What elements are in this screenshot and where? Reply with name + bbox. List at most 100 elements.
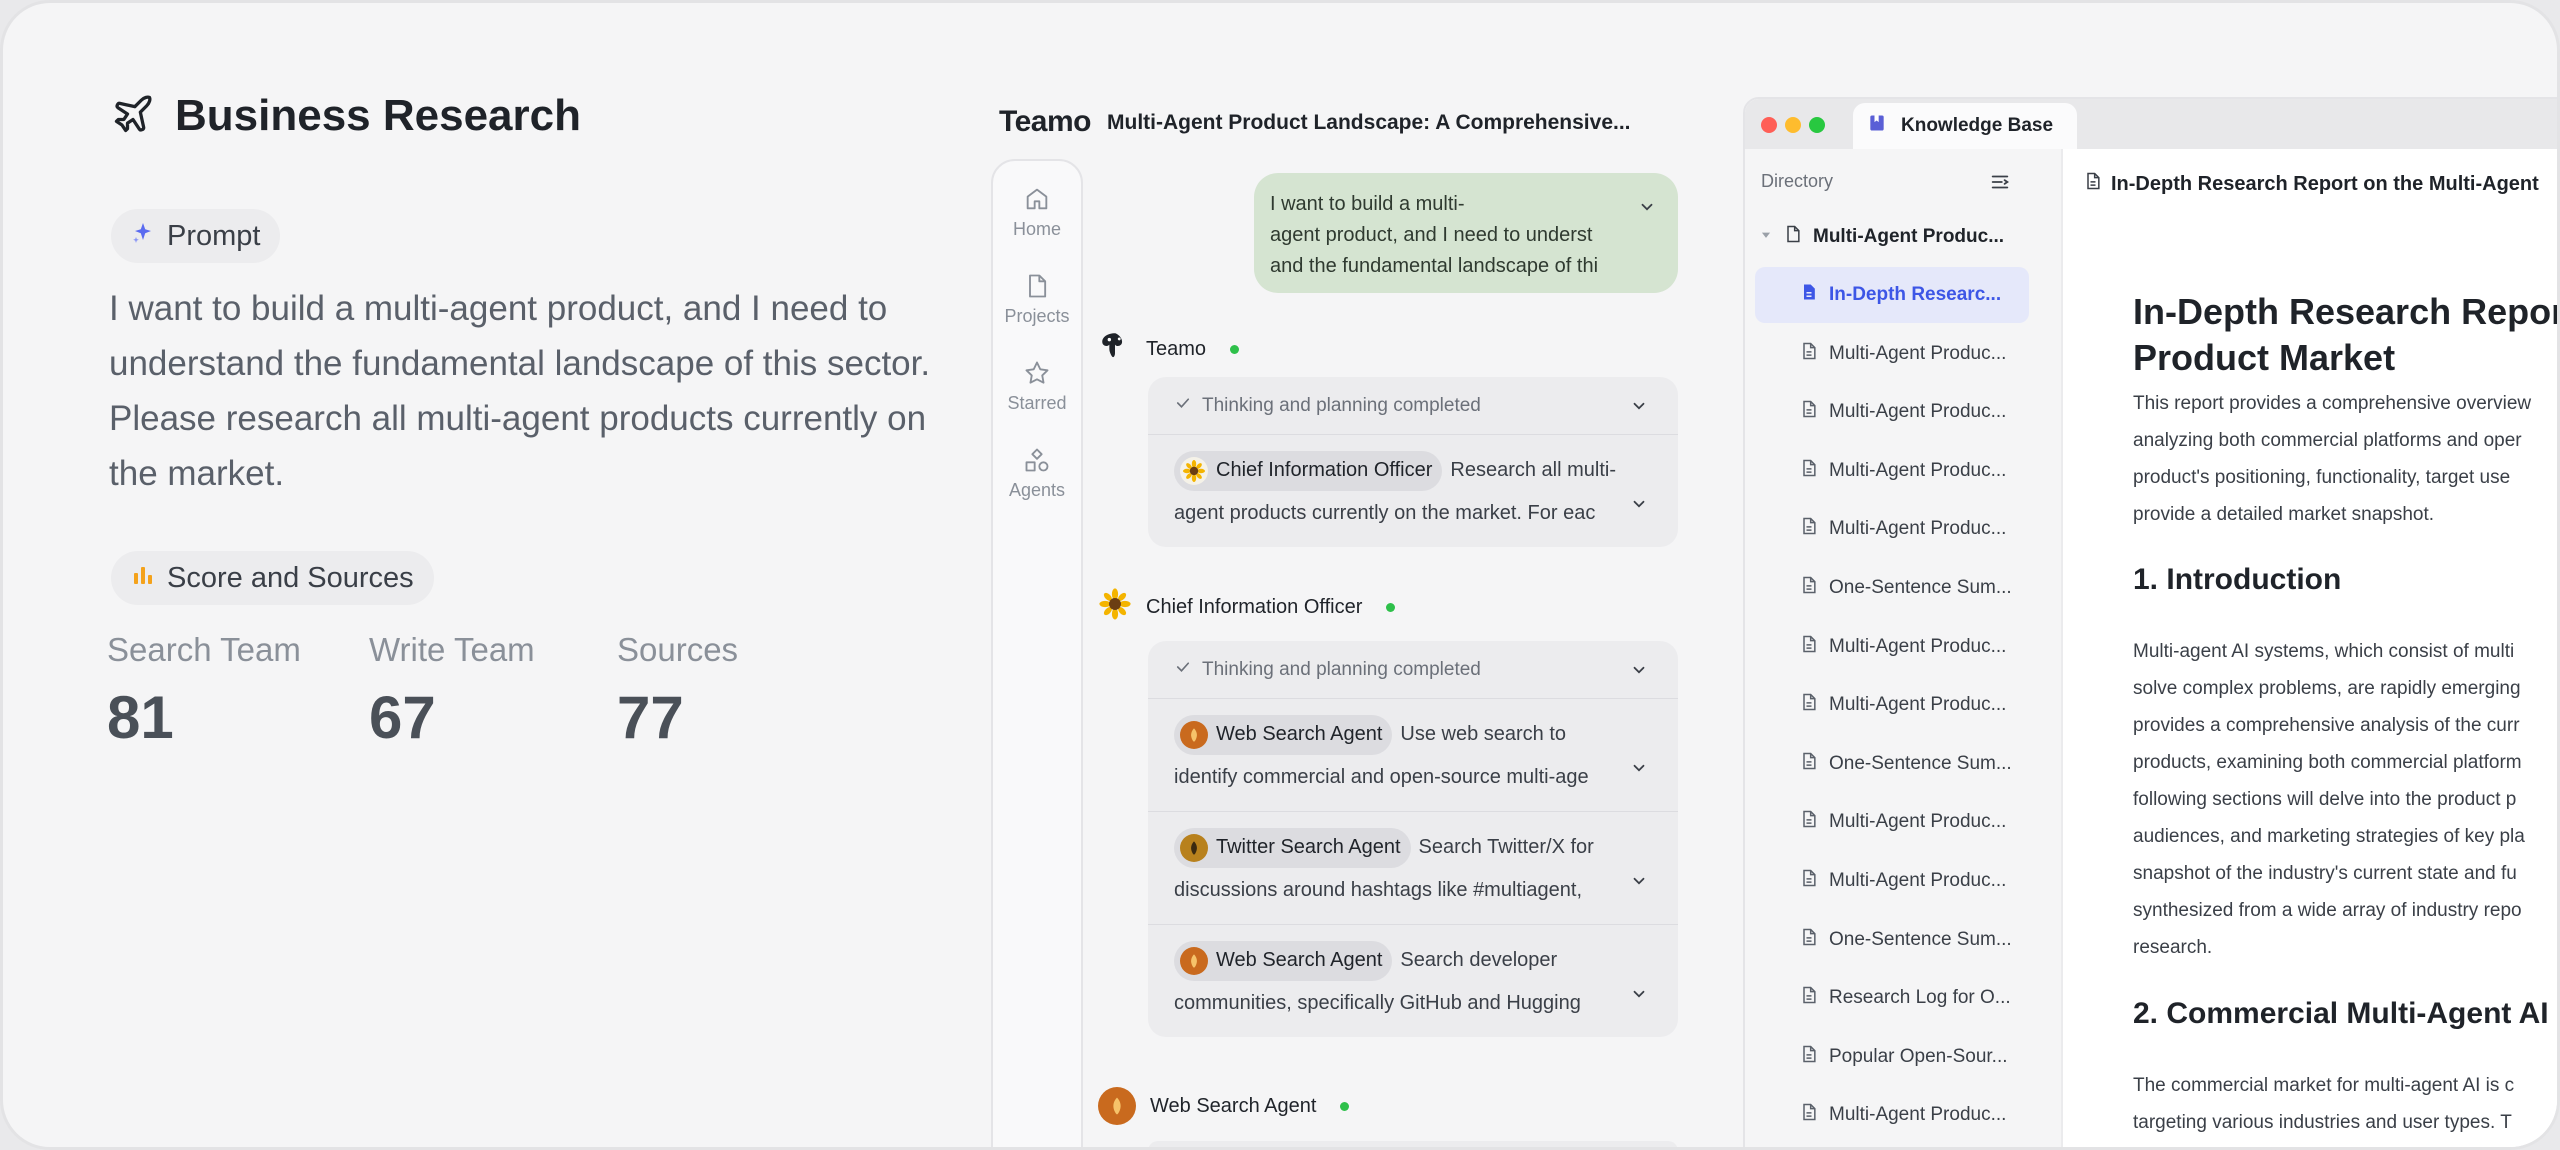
tab-knowledge-base[interactable]: Knowledge Base	[1853, 103, 2077, 149]
minimize-window-button[interactable]	[1785, 117, 1801, 133]
directory-item-label: Multi-Agent Produc...	[1829, 870, 2007, 891]
agent-pill[interactable]: Twitter Search Agent	[1174, 827, 1411, 868]
directory-item-label: Multi-Agent Produc...	[1829, 1104, 2007, 1126]
sunflower-icon	[1180, 456, 1208, 485]
document-icon	[1799, 634, 1819, 660]
task-text: Use web search to	[1400, 723, 1567, 745]
directory-item[interactable]: Popular Open-Sour...	[1745, 1029, 2063, 1085]
document-icon	[1799, 516, 1819, 542]
directory-item[interactable]: One-Sentence Sum...	[1745, 560, 2063, 616]
check-icon	[1174, 394, 1192, 418]
directory-folder[interactable]: Multi-Agent Produc...	[1745, 209, 2063, 265]
thinking-status[interactable]: Thinking and planning completed	[1148, 641, 1678, 699]
chevron-down-icon[interactable]	[1630, 863, 1648, 906]
chevron-down-icon[interactable]	[1630, 397, 1648, 421]
stat-search-team: Search Team 81	[107, 631, 301, 752]
chevron-down-icon[interactable]	[1630, 750, 1648, 793]
document-icon	[1799, 692, 1819, 718]
airplane-icon	[111, 92, 155, 141]
chevron-down-icon[interactable]	[1630, 976, 1648, 1019]
agent-pill[interactable]: Chief Information Officer	[1174, 450, 1443, 491]
directory-item[interactable]: Multi-Agent Produc...	[1745, 853, 2063, 909]
delegated-task[interactable]: Web Search Agent Use web search to identi…	[1148, 699, 1678, 812]
agent-pill[interactable]: Web Search Agent	[1174, 714, 1393, 755]
teamo-logo[interactable]: Teamo	[999, 105, 1091, 139]
introduction-body: Multi-agent AI systems, which consist of…	[2133, 633, 2557, 966]
chevron-down-icon[interactable]	[1630, 661, 1648, 685]
directory-item[interactable]: One-Sentence Sum...	[1745, 736, 2063, 792]
task-text: Research all multi-	[1450, 459, 1616, 481]
business-research-panel: Business Research Prompt I want to build…	[3, 3, 983, 1147]
document-icon	[1799, 1044, 1819, 1070]
stat-value: 77	[617, 684, 684, 751]
nav-agents[interactable]: Agents	[993, 446, 1081, 501]
directory-item-label: Multi-Agent Produc...	[1829, 401, 2007, 423]
nav-label: Home	[1012, 219, 1061, 239]
user-message-line: agent product, and I need to underst	[1270, 224, 1593, 246]
task-text: identify commercial and open-source mult…	[1174, 766, 1589, 788]
directory-item[interactable]: Multi-Agent Produc...	[1745, 326, 2063, 382]
directory-item[interactable]: Multi-Agent Produc...	[1745, 619, 2063, 675]
directory-item-label: Multi-Agent Produc...	[1829, 518, 2007, 540]
maximize-window-button[interactable]	[1809, 117, 1825, 133]
agent-pill-label: Web Search Agent	[1216, 723, 1383, 746]
text-line: provide a detailed market snapshot.	[2133, 504, 2435, 525]
document-icon	[1799, 751, 1819, 777]
stat-label: Search Team	[107, 631, 301, 668]
nav-starred[interactable]: Starred	[993, 359, 1081, 414]
bar-chart-icon	[131, 562, 155, 595]
chevron-down-icon[interactable]	[1630, 486, 1648, 529]
agent-header-web-search: Web Search Agent	[1098, 1087, 1350, 1125]
thinking-status[interactable]: Thinking and planning completed	[1148, 377, 1678, 435]
page-title: Business Research	[175, 91, 581, 140]
directory-item[interactable]: Multi-Agent Produc...	[1745, 1087, 2063, 1143]
collapse-list-icon[interactable]	[1989, 171, 2011, 198]
directory-item[interactable]: Multi-Agent Produc...	[1745, 443, 2063, 499]
text-line: following sections will delve into the p…	[2133, 789, 2517, 810]
document-title: In-Depth Research Report Product Market	[2133, 289, 2557, 381]
directory-item[interactable]: Multi-Agent Produc...	[1745, 677, 2063, 733]
document-icon	[2083, 171, 2103, 197]
close-window-button[interactable]	[1761, 117, 1777, 133]
nav-projects[interactable]: Projects	[993, 272, 1081, 327]
conversation-title: Multi-Agent Product Landscape: A Compreh…	[1107, 111, 1631, 134]
directory-item[interactable]: One-Sentence Sum...	[1745, 912, 2063, 968]
directory-item[interactable]: In-Depth Researc...	[1755, 267, 2029, 323]
nav-sidebar: Home Projects Starred Agents	[991, 159, 1083, 1147]
directory-item-label: One-Sentence Sum...	[1829, 928, 2012, 950]
task-text: communities, specifically GitHub and Hug…	[1174, 992, 1581, 1014]
stat-write-team: Write Team 67	[369, 631, 535, 752]
user-message-line: I want to build a multi-	[1270, 193, 1465, 215]
agent-pill[interactable]: Web Search Agent	[1174, 940, 1393, 981]
directory-item[interactable]: Multi-Agent Produc...	[1745, 501, 2063, 557]
nav-label: Projects	[1004, 306, 1070, 326]
directory-item-label: Multi-Agent Produc...	[1829, 342, 2007, 364]
nav-home[interactable]: Home	[993, 185, 1081, 240]
text-line: synthesized from a wide array of industr…	[2133, 900, 2522, 921]
agent-pill-label: Chief Information Officer	[1216, 459, 1433, 482]
document-icon	[993, 272, 1081, 300]
directory-item[interactable]: Research Log for O...	[1745, 970, 2063, 1026]
user-message[interactable]: I want to build a multi- agent product, …	[1254, 173, 1678, 293]
directory-item[interactable]: Multi-Agent Produc...	[1745, 794, 2063, 850]
document-title-line: Product Market	[2133, 337, 2396, 378]
delegated-task[interactable]: Web Search Agent Search developer communi…	[1148, 925, 1678, 1037]
prompt-text: I want to build a multi-agent product, a…	[109, 289, 931, 493]
directory-item-label: Multi-Agent Produc...	[1829, 694, 2007, 716]
document-icon	[1799, 282, 1819, 308]
document-icon	[1799, 1102, 1819, 1128]
delegated-task[interactable]: Twitter Search Agent Search Twitter/X for…	[1148, 812, 1678, 925]
chevron-down-icon[interactable]	[1638, 195, 1656, 226]
document-icon	[1799, 927, 1819, 953]
online-status-dot	[1340, 1101, 1350, 1111]
delegated-task[interactable]: Chief Information Officer Research all mu…	[1148, 435, 1678, 547]
document-header: In-Depth Research Report on the Multi-Ag…	[2083, 171, 2539, 197]
agent-name: Chief Information Officer	[1146, 595, 1363, 618]
book-icon	[1867, 113, 1887, 139]
nav-label: Agents	[1008, 480, 1066, 500]
directory-item-label: Popular Open-Sour...	[1829, 1045, 2008, 1067]
prompt-chip: Prompt	[111, 209, 281, 263]
sunflower-icon	[1098, 587, 1132, 627]
online-status-dot	[1386, 602, 1396, 612]
directory-item[interactable]: Multi-Agent Produc...	[1745, 384, 2063, 440]
